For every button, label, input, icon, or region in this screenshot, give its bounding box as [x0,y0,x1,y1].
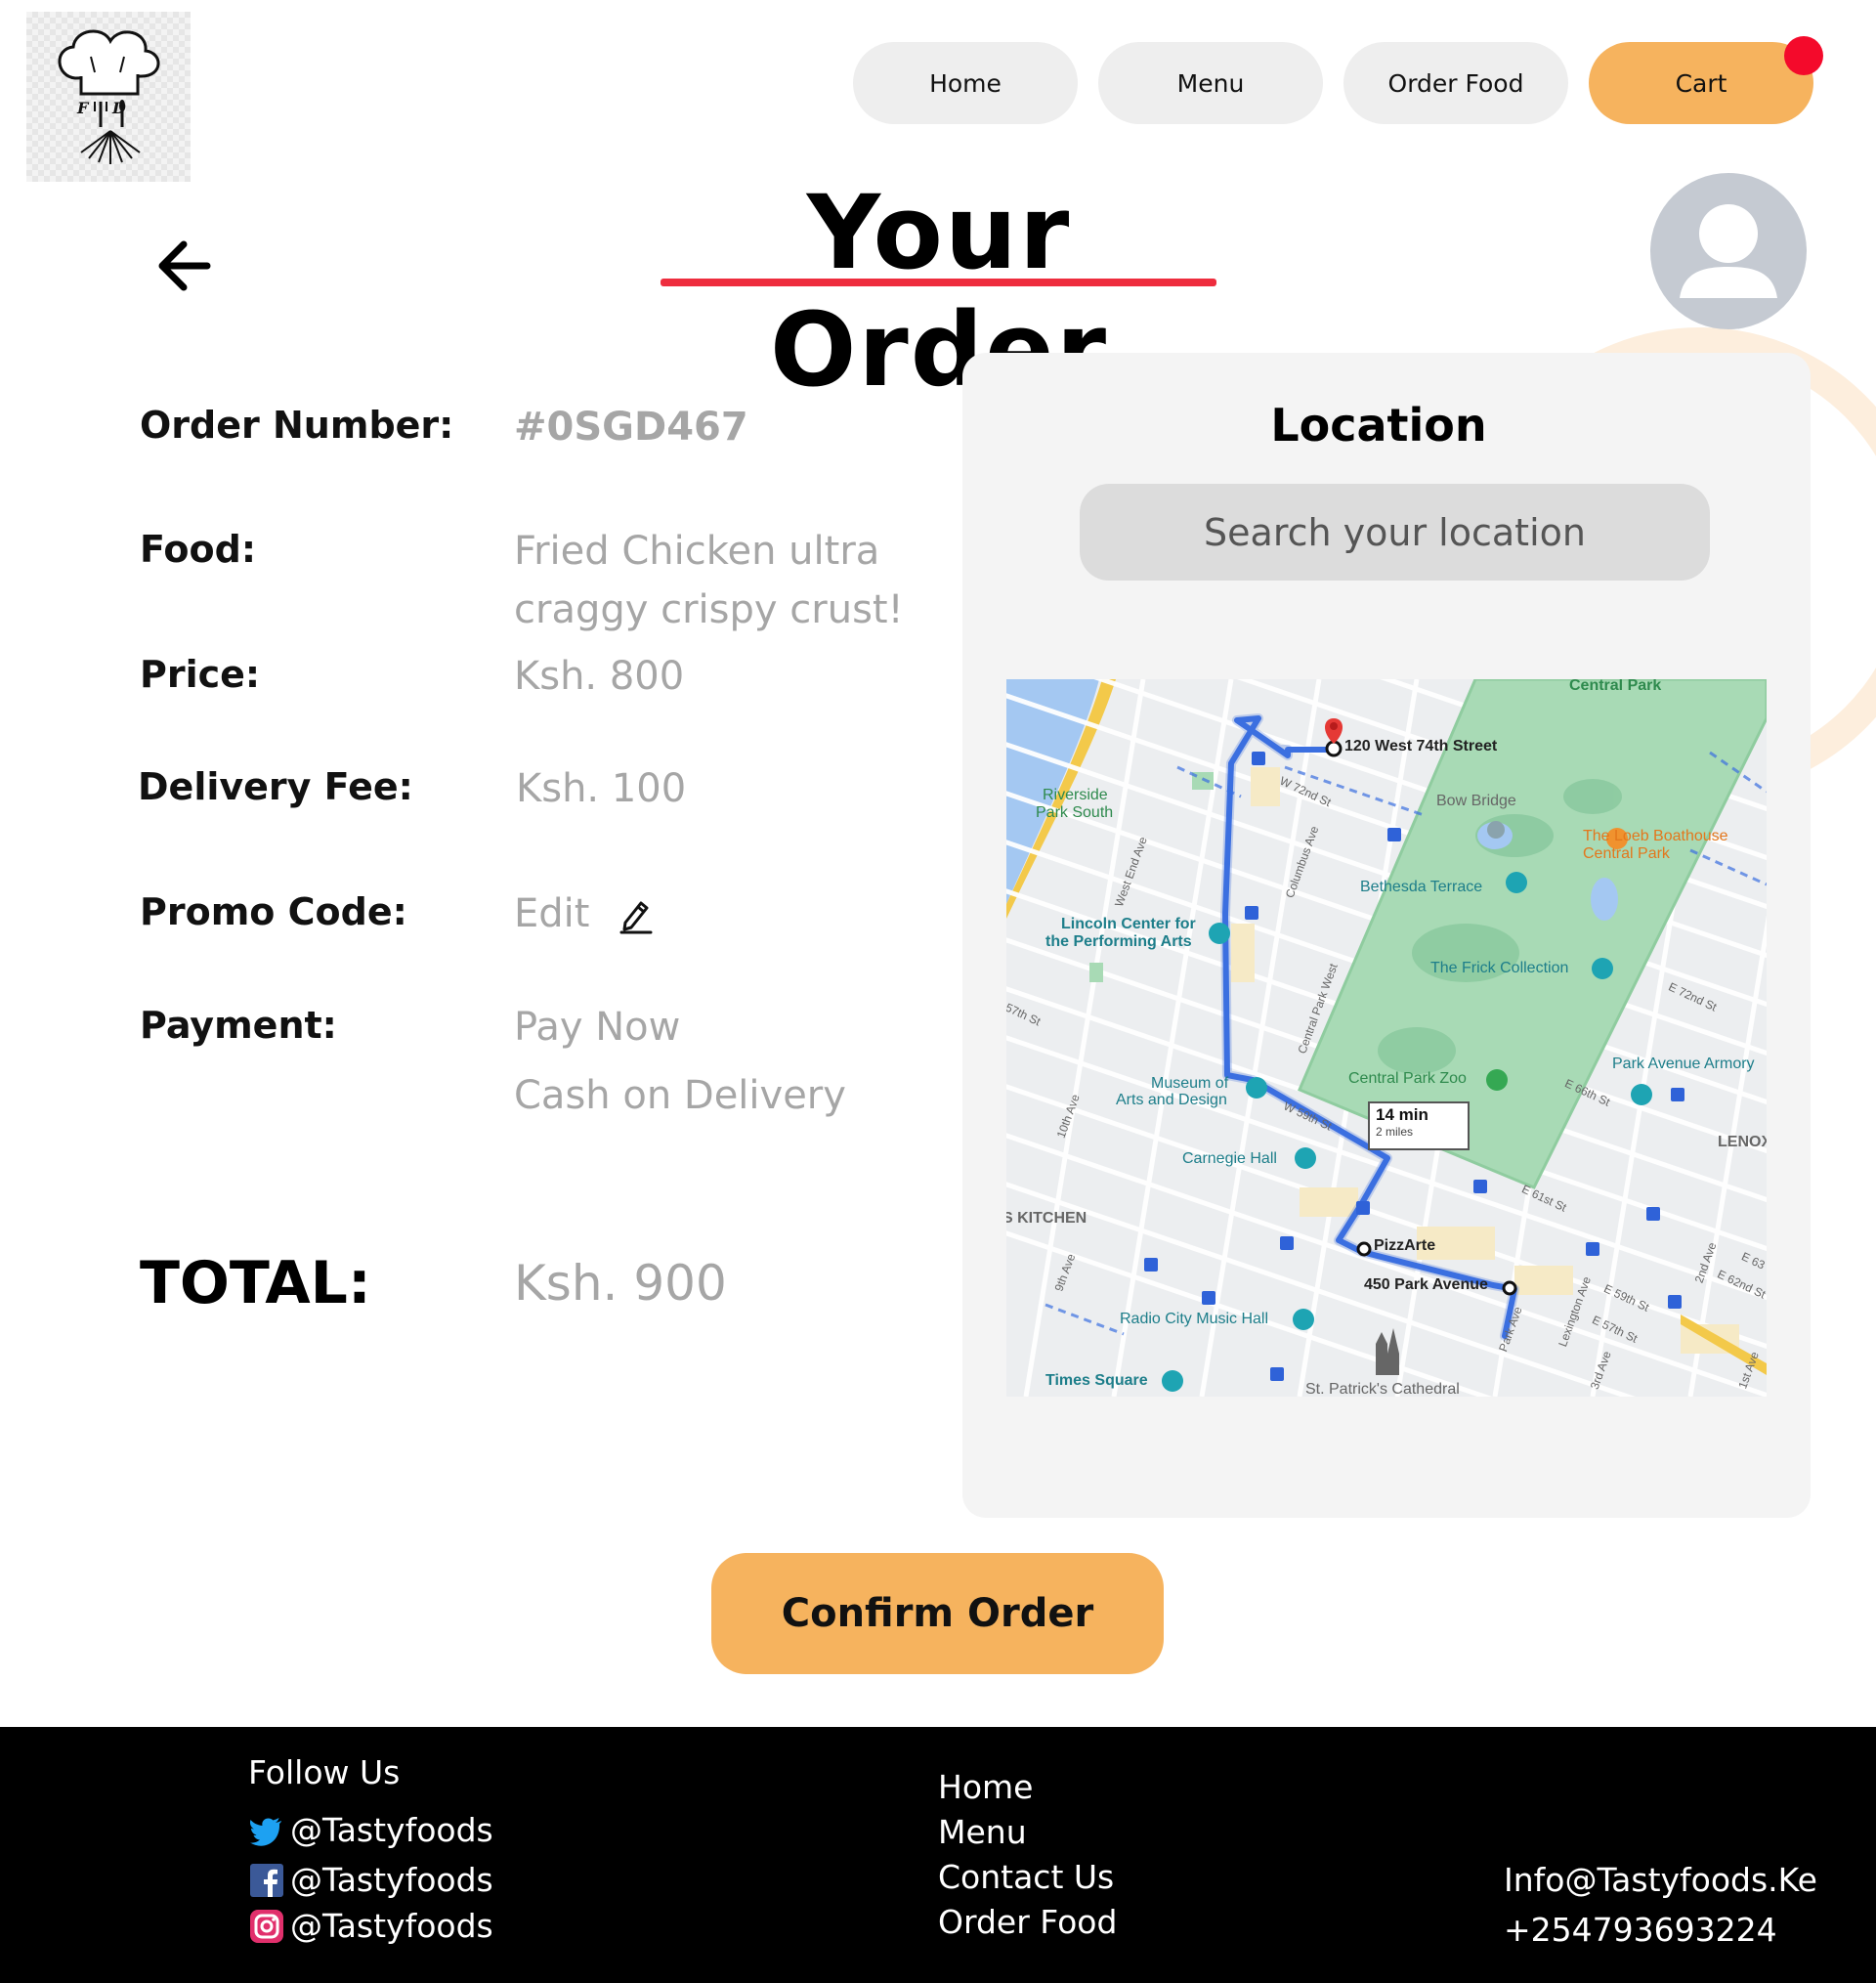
footer-link-home[interactable]: Home [938,1768,1033,1806]
footer-email[interactable]: Info@Tastyfoods.Ke [1504,1861,1817,1899]
map-label-bow-bridge: Bow Bridge [1436,793,1516,809]
chef-hat-logo-icon: F D [58,29,160,164]
map-label-st-patricks: St. Patrick's Cathedral [1305,1381,1460,1397]
footer-link-menu[interactable]: Menu [938,1813,1027,1851]
total-label: TOTAL: [140,1249,371,1317]
promo-edit-button[interactable]: Edit [514,884,653,943]
map-label-museum-1: Museum of [1151,1075,1229,1092]
map-label-zoo: Central Park Zoo [1348,1070,1467,1087]
map-label-radio-city: Radio City Music Hall [1120,1311,1269,1327]
payment-option-pay-now[interactable]: Pay Now [514,998,680,1056]
map-label-lenox: LENOX [1718,1134,1767,1150]
map-label-carnegie: Carnegie Hall [1182,1150,1277,1167]
footer-instagram-handle[interactable]: @Tastyfoods [290,1907,493,1945]
nav-cart[interactable]: Cart [1589,42,1813,124]
footer-link-order-food[interactable]: Order Food [938,1903,1117,1941]
map-start-label: 120 West 74th Street [1344,738,1498,754]
map-label-armory: Park Avenue Armory [1612,1056,1755,1072]
promo-code-label: Promo Code: [140,890,407,933]
map-label-riverside-2: Park South [1036,804,1114,821]
delivery-fee-value: Ksh. 100 [516,766,687,811]
nav-home[interactable]: Home [853,42,1078,124]
location-search-input[interactable] [1080,484,1710,581]
footer-follow-title: Follow Us [248,1753,401,1791]
price-label: Price: [140,653,261,696]
footer-twitter-handle[interactable]: @Tastyfoods [290,1811,493,1849]
map-label-lincoln-2: the Performing Arts [1045,933,1192,950]
map-label-bethesda: Bethesda Terrace [1360,879,1483,895]
payment-option-cash-on-delivery[interactable]: Cash on Delivery [514,1066,846,1125]
map-label-lincoln-1: Lincoln Center for [1061,916,1196,932]
food-label: Food: [140,528,257,571]
svg-text:F: F [76,99,90,117]
location-title: Location [1270,399,1487,452]
map-end-label: 450 Park Avenue [1364,1276,1488,1293]
confirm-order-button[interactable]: Confirm Order [711,1553,1164,1674]
footer-phone: +254793693224 [1504,1911,1777,1949]
facebook-icon[interactable] [250,1864,283,1897]
back-arrow-icon[interactable] [156,238,215,293]
nav-order-food[interactable]: Order Food [1343,42,1568,124]
map-label-museum-2: Arts and Design [1116,1092,1227,1108]
cart-notification-badge [1784,36,1823,75]
order-number-value: #0SGD467 [514,405,748,450]
price-value: Ksh. 800 [514,654,685,699]
instagram-icon[interactable] [250,1910,283,1943]
eta-time: 14 min [1376,1105,1428,1124]
map-label-kitchen: S KITCHEN [1006,1210,1087,1227]
map-label-riverside-1: Riverside [1043,787,1108,803]
delivery-fee-label: Delivery Fee: [138,765,413,808]
user-avatar-icon[interactable] [1650,173,1807,329]
promo-edit-label[interactable]: Edit [514,891,589,936]
eta-distance: 2 miles [1376,1125,1414,1139]
map-label-central-park: Central Park [1569,679,1662,694]
payment-label: Payment: [140,1004,337,1047]
nav-menu[interactable]: Menu [1098,42,1323,124]
food-value-line2: craggy crispy crust! [514,587,904,632]
footer-link-contact-us[interactable]: Contact Us [938,1858,1114,1896]
twitter-icon[interactable] [250,1814,283,1847]
order-number-label: Order Number: [140,404,454,447]
brand-logo[interactable]: F D [26,12,191,182]
footer-facebook-handle[interactable]: @Tastyfoods [290,1861,493,1899]
map-stop-label: PizzArte [1374,1237,1436,1254]
title-underline [661,279,1216,286]
food-value-line1: Fried Chicken ultra [514,529,880,574]
footer: Follow Us @Tastyfoods @Tastyfoods @Tasty… [0,1727,1876,1983]
map-label-times-square: Times Square [1045,1372,1148,1389]
map-label-loeb-2: Central Park [1583,845,1670,862]
route-eta-badge: 14 min 2 miles [1368,1101,1470,1150]
map-label-frick: The Frick Collection [1430,960,1569,976]
pencil-icon[interactable] [618,897,653,934]
total-value: Ksh. 900 [514,1255,727,1312]
route-map[interactable]: 120 West 74th Street PizzArte 450 Park A… [1006,679,1767,1397]
map-label-loeb-1: The Loeb Boathouse [1583,828,1728,844]
